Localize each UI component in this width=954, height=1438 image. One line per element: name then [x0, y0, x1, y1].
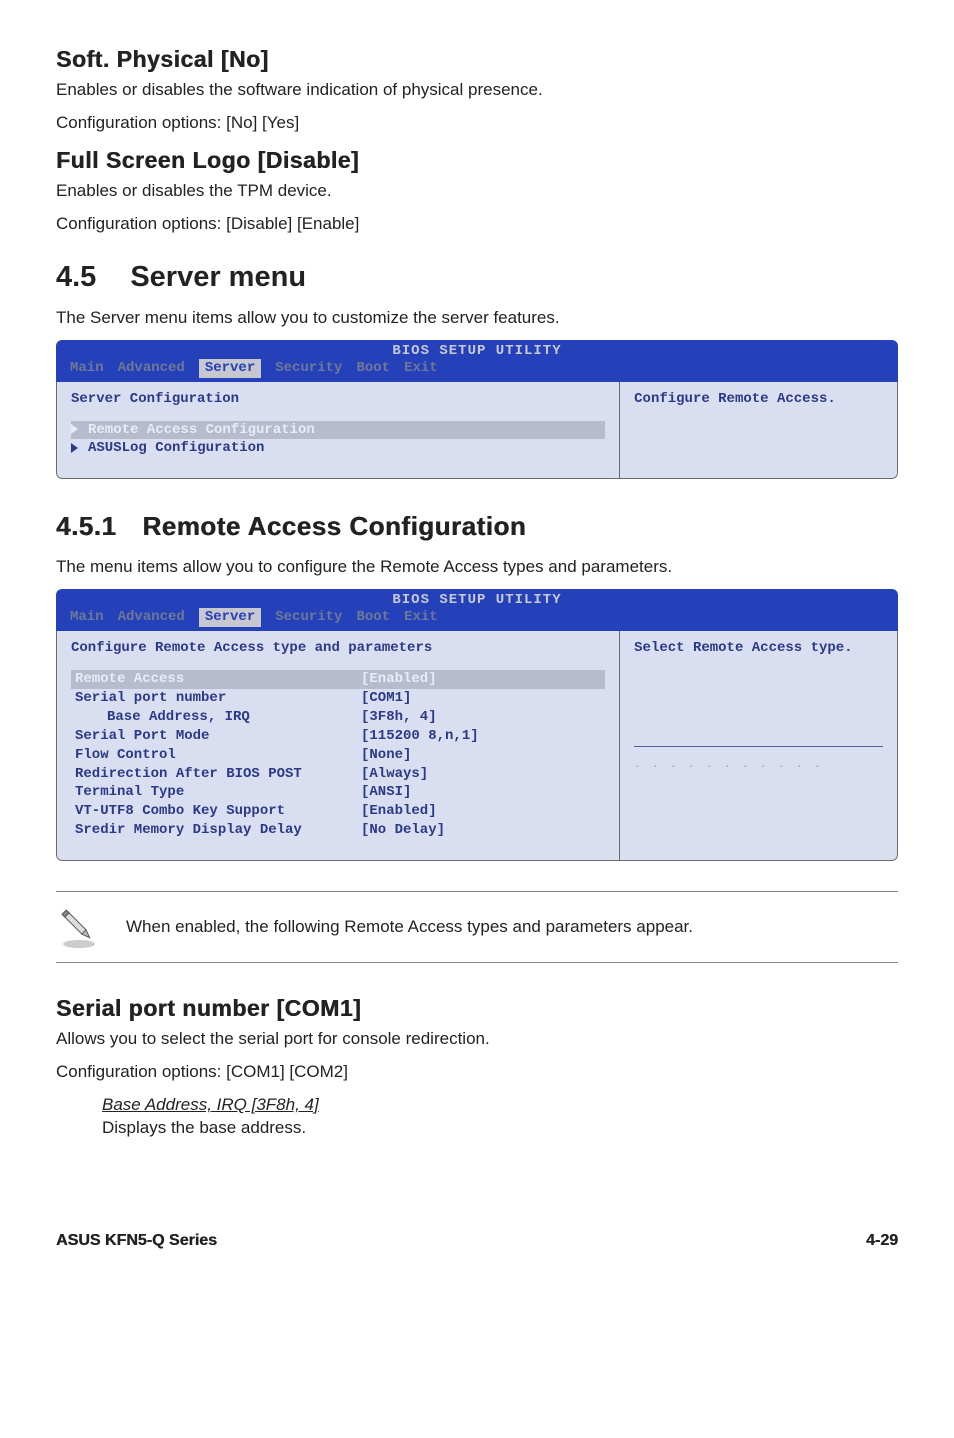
note-block: When enabled, the following Remote Acces… — [56, 891, 898, 963]
bios-param-name: Serial port number — [71, 689, 361, 708]
bios-param-value: [ANSI] — [361, 783, 411, 802]
sub-text-base-address: Displays the base address. — [102, 1117, 898, 1140]
bios-param-value: [No Delay] — [361, 821, 445, 840]
bios-tab-exit[interactable]: Exit — [404, 608, 438, 627]
bios-param-row[interactable]: Redirection After BIOS POST[Always] — [71, 765, 605, 784]
bios-tab-security[interactable]: Security — [275, 359, 342, 378]
bios-section-heading: Configure Remote Access type and paramet… — [71, 639, 605, 658]
bios-screenshot-remote-access: BIOS SETUP UTILITY Main Advanced Server … — [56, 589, 898, 861]
heading-serial-port-number: Serial port number [COM1] — [56, 993, 898, 1024]
subsection-number: 4.5.1 — [56, 509, 116, 544]
bios-help-ghost: . . . . . . . . . . . — [634, 760, 823, 771]
bios-item-label: Remote Access Configuration — [88, 422, 315, 438]
bios-item-remote-access-config[interactable]: Remote Access Configuration — [71, 421, 605, 440]
bios-param-row[interactable]: VT-UTF8 Combo Key Support[Enabled] — [71, 802, 605, 821]
server-menu-desc: The Server menu items allow you to custo… — [56, 307, 898, 330]
bios-help-pane: Configure Remote Access. — [620, 382, 898, 480]
bios-item-asuslog-config[interactable]: ASUSLog Configuration — [71, 439, 605, 458]
note-text: When enabled, the following Remote Acces… — [126, 916, 693, 939]
arrow-icon — [71, 443, 78, 453]
bios-tab-row: Main Advanced Server Security Boot Exit — [70, 359, 884, 378]
bios-help-text: Select Remote Access type. — [634, 640, 852, 656]
bios-param-row[interactable]: Remote Access[Enabled] — [71, 670, 605, 689]
bios-param-name: Sredir Memory Display Delay — [71, 821, 361, 840]
section-number: 4.5 — [56, 258, 96, 297]
footer-product: ASUS KFN5-Q Series — [56, 1230, 217, 1252]
bios-param-value: [None] — [361, 746, 411, 765]
bios-param-row[interactable]: Serial Port Mode[115200 8,n,1] — [71, 727, 605, 746]
heading-soft-physical: Soft. Physical [No] — [56, 44, 898, 75]
soft-physical-desc2: Configuration options: [No] [Yes] — [56, 112, 898, 135]
bios-tab-server[interactable]: Server — [199, 359, 261, 378]
bios-param-value: [115200 8,n,1] — [361, 727, 479, 746]
subsection-title: Remote Access Configuration — [142, 509, 526, 544]
bios-section-heading: Server Configuration — [71, 390, 605, 409]
bios-tab-main[interactable]: Main — [70, 359, 104, 378]
bios-tab-advanced[interactable]: Advanced — [118, 608, 185, 627]
bios-tab-advanced[interactable]: Advanced — [118, 359, 185, 378]
bios-tab-main[interactable]: Main — [70, 608, 104, 627]
bios-param-row[interactable]: Serial port number[COM1] — [71, 689, 605, 708]
bios-item-label: ASUSLog Configuration — [88, 440, 264, 456]
pencil-icon — [56, 904, 102, 950]
bios-tab-boot[interactable]: Boot — [356, 608, 390, 627]
bios-param-value: [Enabled] — [361, 670, 437, 689]
bios-param-row[interactable]: Terminal Type[ANSI] — [71, 783, 605, 802]
serial-desc2: Configuration options: [COM1] [COM2] — [56, 1061, 898, 1084]
remote-desc: The menu items allow you to configure th… — [56, 556, 898, 579]
bios-tab-security[interactable]: Security — [275, 608, 342, 627]
bios-screenshot-server-config: BIOS SETUP UTILITY Main Advanced Server … — [56, 340, 898, 479]
arrow-icon — [71, 424, 78, 434]
bios-tab-row: Main Advanced Server Security Boot Exit — [70, 608, 884, 627]
bios-param-name: Redirection After BIOS POST — [71, 765, 361, 784]
bios-param-name: Terminal Type — [71, 783, 361, 802]
bios-param-value: [Enabled] — [361, 802, 437, 821]
bios-param-value: [3F8h, 4] — [361, 708, 437, 727]
sub-heading-base-address: Base Address, IRQ [3F8h, 4] — [102, 1094, 898, 1117]
serial-desc1: Allows you to select the serial port for… — [56, 1028, 898, 1051]
bios-param-row[interactable]: Flow Control[None] — [71, 746, 605, 765]
bios-param-name: Serial Port Mode — [71, 727, 361, 746]
bios-tab-server[interactable]: Server — [199, 608, 261, 627]
bios-param-value: [Always] — [361, 765, 428, 784]
bios-tab-boot[interactable]: Boot — [356, 359, 390, 378]
bios-tab-exit[interactable]: Exit — [404, 359, 438, 378]
section-title: Server menu — [130, 258, 306, 297]
bios-param-name: Flow Control — [71, 746, 361, 765]
soft-physical-desc1: Enables or disables the software indicat… — [56, 79, 898, 102]
bios-param-name: Base Address, IRQ — [71, 708, 361, 727]
fsl-desc1: Enables or disables the TPM device. — [56, 180, 898, 203]
heading-full-screen-logo: Full Screen Logo [Disable] — [56, 145, 898, 176]
bios-param-row[interactable]: Base Address, IRQ[3F8h, 4] — [71, 708, 605, 727]
footer-page: 4-29 — [866, 1230, 898, 1252]
bios-help-pane: Select Remote Access type. . . . . . . .… — [620, 631, 898, 861]
bios-param-row[interactable]: Sredir Memory Display Delay[No Delay] — [71, 821, 605, 840]
bios-param-value: [COM1] — [361, 689, 411, 708]
bios-param-name: VT-UTF8 Combo Key Support — [71, 802, 361, 821]
bios-param-name: Remote Access — [71, 670, 361, 689]
fsl-desc2: Configuration options: [Disable] [Enable… — [56, 213, 898, 236]
